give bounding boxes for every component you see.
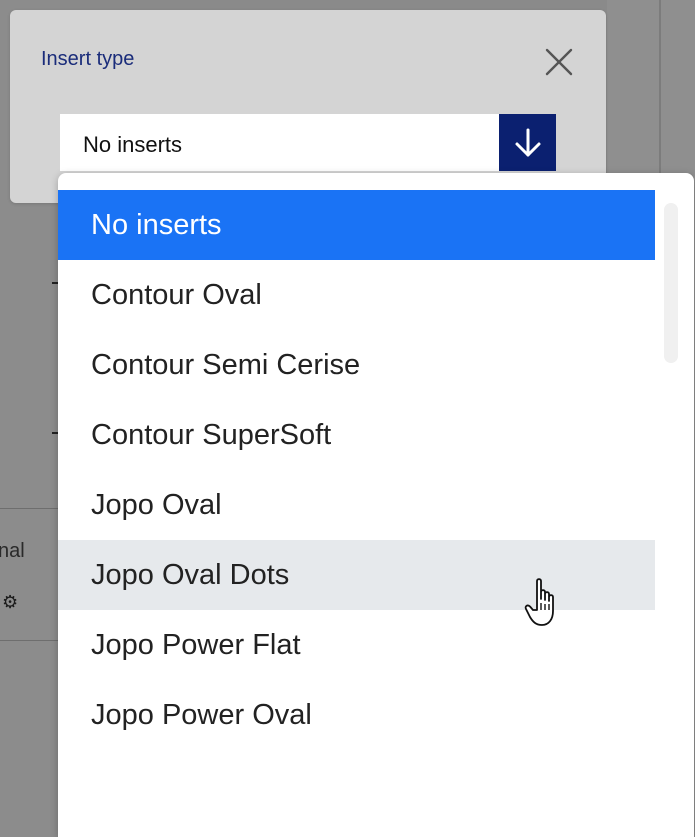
option-label: No inserts <box>91 208 222 241</box>
option-label: Contour SuperSoft <box>91 418 332 451</box>
option-item[interactable]: Contour Semi Cerise <box>58 330 655 400</box>
close-button[interactable] <box>543 46 575 78</box>
scrollbar-thumb[interactable] <box>664 203 678 363</box>
options-container: No inserts Contour Oval Contour Semi Ceris… <box>58 190 655 750</box>
arrow-down-icon <box>515 128 540 156</box>
option-label: Jopo Power Flat <box>91 628 301 661</box>
background-partial-label: nal <box>0 540 25 562</box>
option-item[interactable]: Contour Oval <box>58 260 655 330</box>
insert-type-options-list: No inserts Contour Oval Contour Semi Ceris… <box>58 173 694 837</box>
background-divider <box>0 508 60 509</box>
option-item[interactable]: Jopo Oval Dots <box>58 540 655 610</box>
close-icon <box>545 48 573 76</box>
option-item[interactable]: Jopo Oval <box>58 470 655 540</box>
dropdown-toggle-button[interactable] <box>499 114 556 171</box>
option-label: Jopo Oval Dots <box>91 558 290 591</box>
option-label: Contour Semi Cerise <box>91 348 361 381</box>
scrollbar[interactable] <box>664 203 678 363</box>
option-label: Jopo Oval <box>91 488 222 521</box>
option-item[interactable]: Jopo Power Flat <box>58 610 655 680</box>
option-item[interactable]: No inserts <box>58 190 655 260</box>
option-item[interactable]: Contour SuperSoft <box>58 400 655 470</box>
insert-type-select[interactable]: No inserts <box>60 114 556 171</box>
option-label: Jopo Power Oval <box>91 698 312 731</box>
option-label: Contour Oval <box>91 278 262 311</box>
select-value: No inserts <box>83 132 183 157</box>
dialog-title: Insert type <box>41 48 135 70</box>
option-item[interactable]: Jopo Power Oval <box>58 680 655 750</box>
background-icon: ⚙ <box>2 592 19 613</box>
background-divider <box>0 640 60 641</box>
